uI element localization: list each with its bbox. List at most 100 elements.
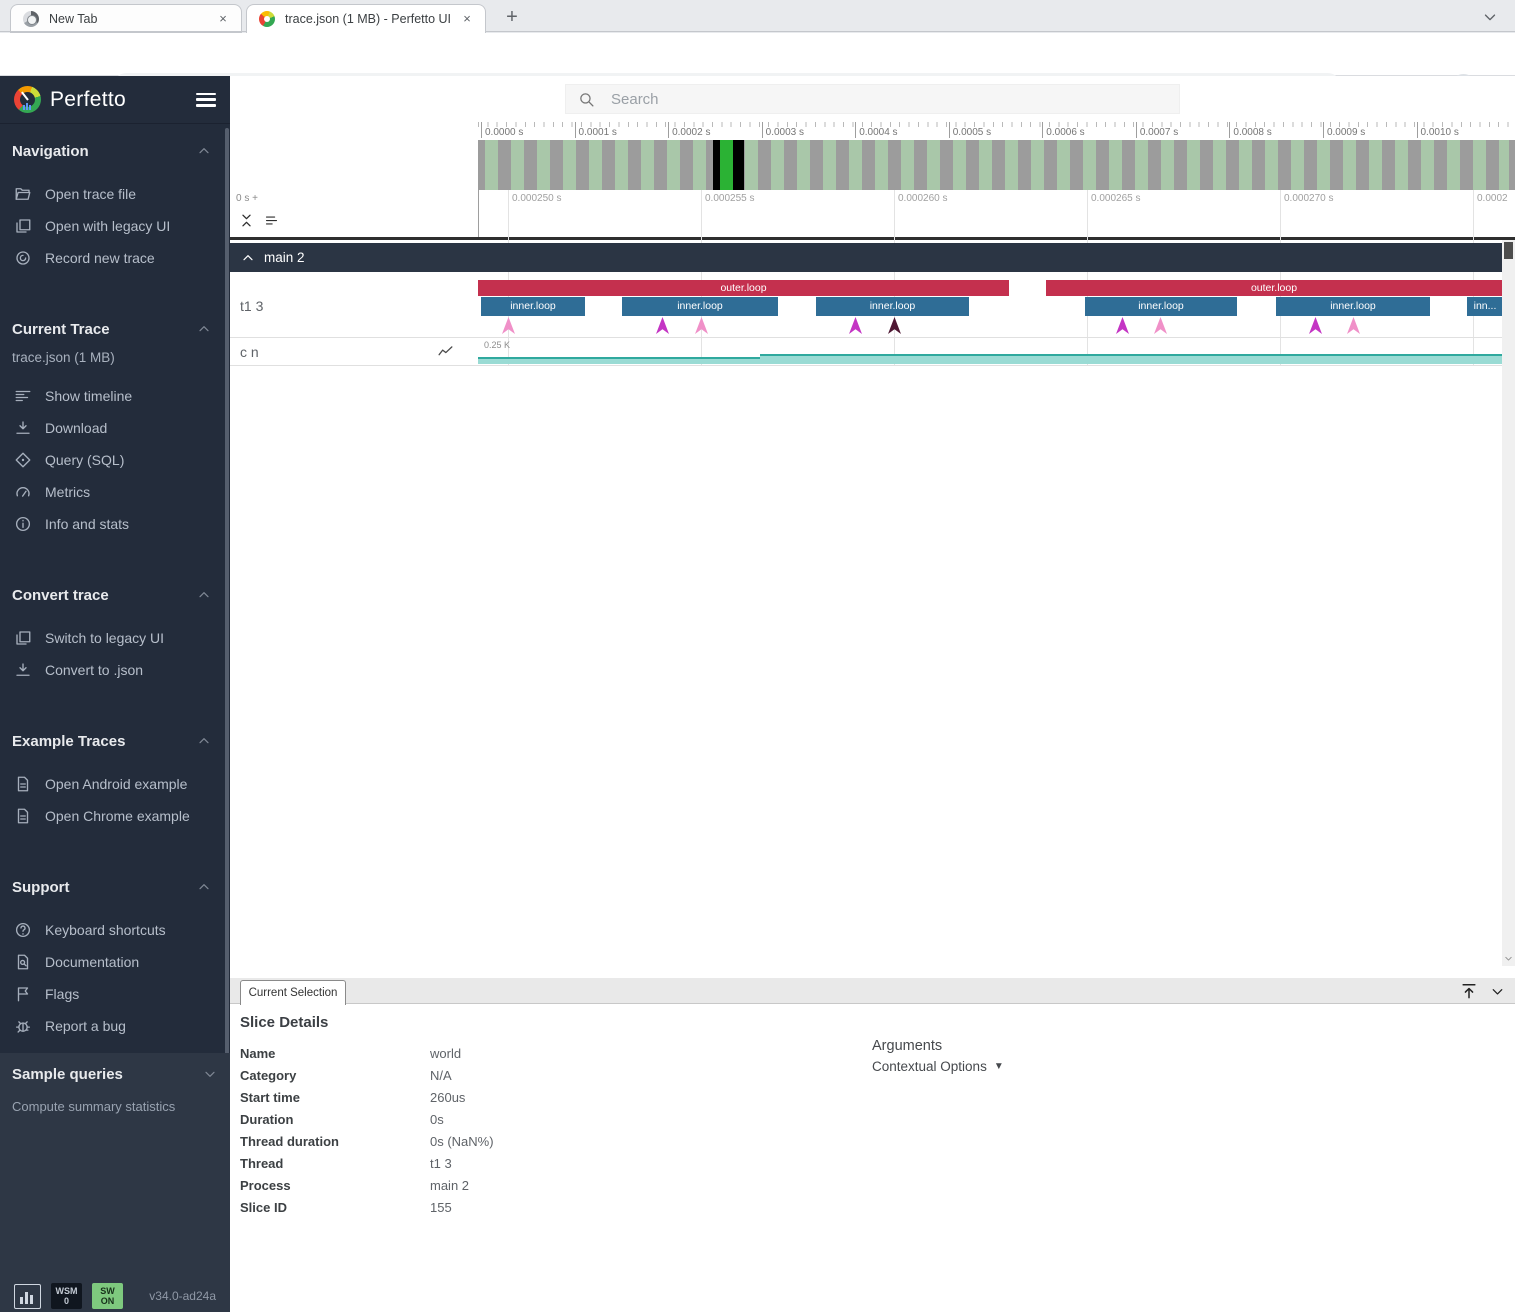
query-icon	[14, 451, 32, 469]
sidebar-item-convert-to-json[interactable]: Convert to .json	[0, 654, 224, 686]
scrollbar-down-icon[interactable]	[1503, 953, 1514, 964]
slice-outer-loop[interactable]: outer.loop	[1046, 280, 1502, 296]
instant-marker[interactable]	[695, 317, 708, 334]
sidebar-section-header-navigation[interactable]: Navigation	[0, 140, 224, 162]
tab-search-chevron-icon[interactable]	[1481, 8, 1499, 26]
version-label: v34.0-ad24a	[149, 1289, 216, 1303]
search-input[interactable]	[611, 91, 1167, 108]
sidebar-item-compute-summary-statistics[interactable]: Compute summary statistics	[0, 1091, 230, 1114]
details-field-value: 155	[430, 1200, 452, 1215]
instant-marker[interactable]	[1347, 317, 1360, 334]
sidebar-section-header-support[interactable]: Support	[0, 876, 224, 898]
collapse-panel-icon[interactable]	[1489, 983, 1506, 1000]
sidebar-item-metrics[interactable]: Metrics	[0, 476, 224, 508]
expand-panel-up-icon[interactable]	[1459, 981, 1479, 1001]
instant-marker[interactable]	[849, 317, 862, 334]
sidebar-item-info-and-stats[interactable]: Info and stats	[0, 508, 224, 540]
slice-inner-loop[interactable]: inner.loop	[816, 297, 969, 316]
sidebar-item-report-a-bug[interactable]: Report a bug	[0, 1010, 224, 1042]
sidebar-item-open-with-legacy-ui[interactable]: Open with legacy UI	[0, 210, 224, 242]
new-tab-button[interactable]: +	[500, 6, 524, 30]
instant-marker[interactable]	[502, 317, 515, 334]
slice-inner-loop[interactable]: inner.loop	[622, 297, 778, 316]
histogram-icon[interactable]	[14, 1284, 41, 1309]
sidebar-section-header-example-traces[interactable]: Example Traces	[0, 730, 224, 752]
viewport-window[interactable]	[720, 140, 733, 190]
sidebar-section-header-current-trace[interactable]: Current Trace	[0, 318, 224, 340]
tab-close-icon[interactable]: ×	[459, 11, 475, 27]
sidebar-item-keyboard-shortcuts[interactable]: Keyboard shortcuts	[0, 914, 224, 946]
sidebar-item-flags[interactable]: Flags	[0, 978, 224, 1010]
legacy-ui-icon	[14, 629, 32, 647]
counter-track: c n 0.25 K	[230, 338, 1502, 365]
current-trace-filename: trace.json (1 MB)	[0, 350, 224, 368]
legacy-ui-icon	[14, 217, 32, 235]
thread-track: t1 3 outer.loopouter.loopinner.loopinner…	[230, 272, 1502, 337]
collapse-tracks-icon[interactable]	[238, 212, 255, 229]
counter-area-segment[interactable]	[760, 354, 1502, 364]
track-filter-icon[interactable]	[263, 213, 280, 228]
ruler-major-tick	[762, 122, 763, 138]
vertical-scrollbar[interactable]	[1502, 240, 1515, 966]
sidebar-header: Perfetto	[0, 76, 230, 124]
ruler-time-label: 0.0002	[1477, 193, 1508, 204]
wsm-status-badge[interactable]: WSM0	[51, 1283, 82, 1309]
sidebar-section-sample-queries[interactable]: Sample queries	[0, 1053, 230, 1075]
counter-line-mode-icon[interactable]	[437, 343, 454, 360]
details-field-label: Duration	[240, 1112, 430, 1127]
sidebar-item-query-sql[interactable]: Query (SQL)	[0, 444, 224, 476]
ruler-major-tick	[481, 122, 482, 138]
sidebar-item-documentation[interactable]: Documentation	[0, 946, 224, 978]
thread-track-label: t1 3	[240, 298, 263, 314]
timeline-minimap[interactable]	[478, 140, 1515, 190]
search-box[interactable]	[565, 84, 1180, 114]
details-field-label: Slice ID	[240, 1200, 430, 1215]
sidebar-item-record-new-trace[interactable]: Record new trace	[0, 242, 224, 274]
scrollbar-thumb[interactable]	[1504, 242, 1513, 259]
sidebar-item-download[interactable]: Download	[0, 412, 224, 444]
slice-inner-loop[interactable]: inn...	[1467, 297, 1503, 316]
sidebar-item-label: Documentation	[45, 954, 139, 970]
browser-tab-new-tab[interactable]: New Tab ×	[10, 4, 242, 33]
sidebar-section-header-convert-trace[interactable]: Convert trace	[0, 584, 224, 606]
hamburger-menu-icon[interactable]	[196, 93, 216, 107]
slice-details-table: NameworldCategoryN/AStart time260usDurat…	[240, 1042, 670, 1218]
sidebar-section: Convert trace Switch to legacy UIConvert …	[0, 584, 224, 686]
instant-marker[interactable]	[1154, 317, 1167, 334]
details-row: Slice ID155	[240, 1196, 670, 1218]
viewport-right-handle[interactable]	[733, 140, 744, 190]
sidebar-item-label: Open trace file	[45, 186, 136, 202]
newtab-favicon-icon	[23, 11, 39, 27]
sidebar-item-open-chrome-example[interactable]: Open Chrome example	[0, 800, 224, 832]
slice-outer-loop[interactable]: outer.loop	[478, 280, 1009, 296]
slice-inner-loop[interactable]: inner.loop	[1085, 297, 1237, 316]
instant-marker[interactable]	[1309, 317, 1322, 334]
sidebar-status-bar: WSM0 SWON v34.0-ad24a	[0, 1280, 230, 1312]
instant-marker[interactable]	[656, 317, 669, 334]
download-icon	[14, 661, 32, 679]
process-group-header[interactable]: main 2	[230, 243, 1502, 272]
counter-area-segment[interactable]	[478, 357, 760, 364]
sidebar-item-switch-to-legacy-ui[interactable]: Switch to legacy UI	[0, 622, 224, 654]
details-field-value: 0s (NaN%)	[430, 1134, 494, 1149]
browser-tab-perfetto[interactable]: trace.json (1 MB) - Perfetto UI ×	[246, 4, 486, 33]
slice-inner-loop[interactable]: inner.loop	[481, 297, 585, 316]
sidebar-item-open-android-example[interactable]: Open Android example	[0, 768, 224, 800]
instant-marker-selected[interactable]	[888, 317, 901, 334]
section-title-text: Example Traces	[12, 733, 125, 750]
slice-details-heading: Slice Details	[240, 1014, 328, 1031]
service-worker-status-badge[interactable]: SWON	[92, 1283, 123, 1309]
tab-current-selection[interactable]: Current Selection	[240, 980, 346, 1005]
contextual-options-dropdown[interactable]: Contextual Options ▼	[872, 1059, 1004, 1074]
tab-close-icon[interactable]: ×	[215, 11, 231, 27]
slice-inner-loop[interactable]: inner.loop	[1276, 297, 1430, 316]
bug-icon	[14, 1017, 32, 1035]
ruler-major-tick	[1417, 122, 1418, 138]
viewport-left-handle[interactable]	[713, 140, 720, 190]
tabstrip-divider	[0, 31, 1515, 32]
sidebar-item-open-trace-file[interactable]: Open trace file	[0, 178, 224, 210]
details-field-value: main 2	[430, 1178, 469, 1193]
details-field-value: 0s	[430, 1112, 444, 1127]
sidebar-item-show-timeline[interactable]: Show timeline	[0, 380, 224, 412]
instant-marker[interactable]	[1116, 317, 1129, 334]
